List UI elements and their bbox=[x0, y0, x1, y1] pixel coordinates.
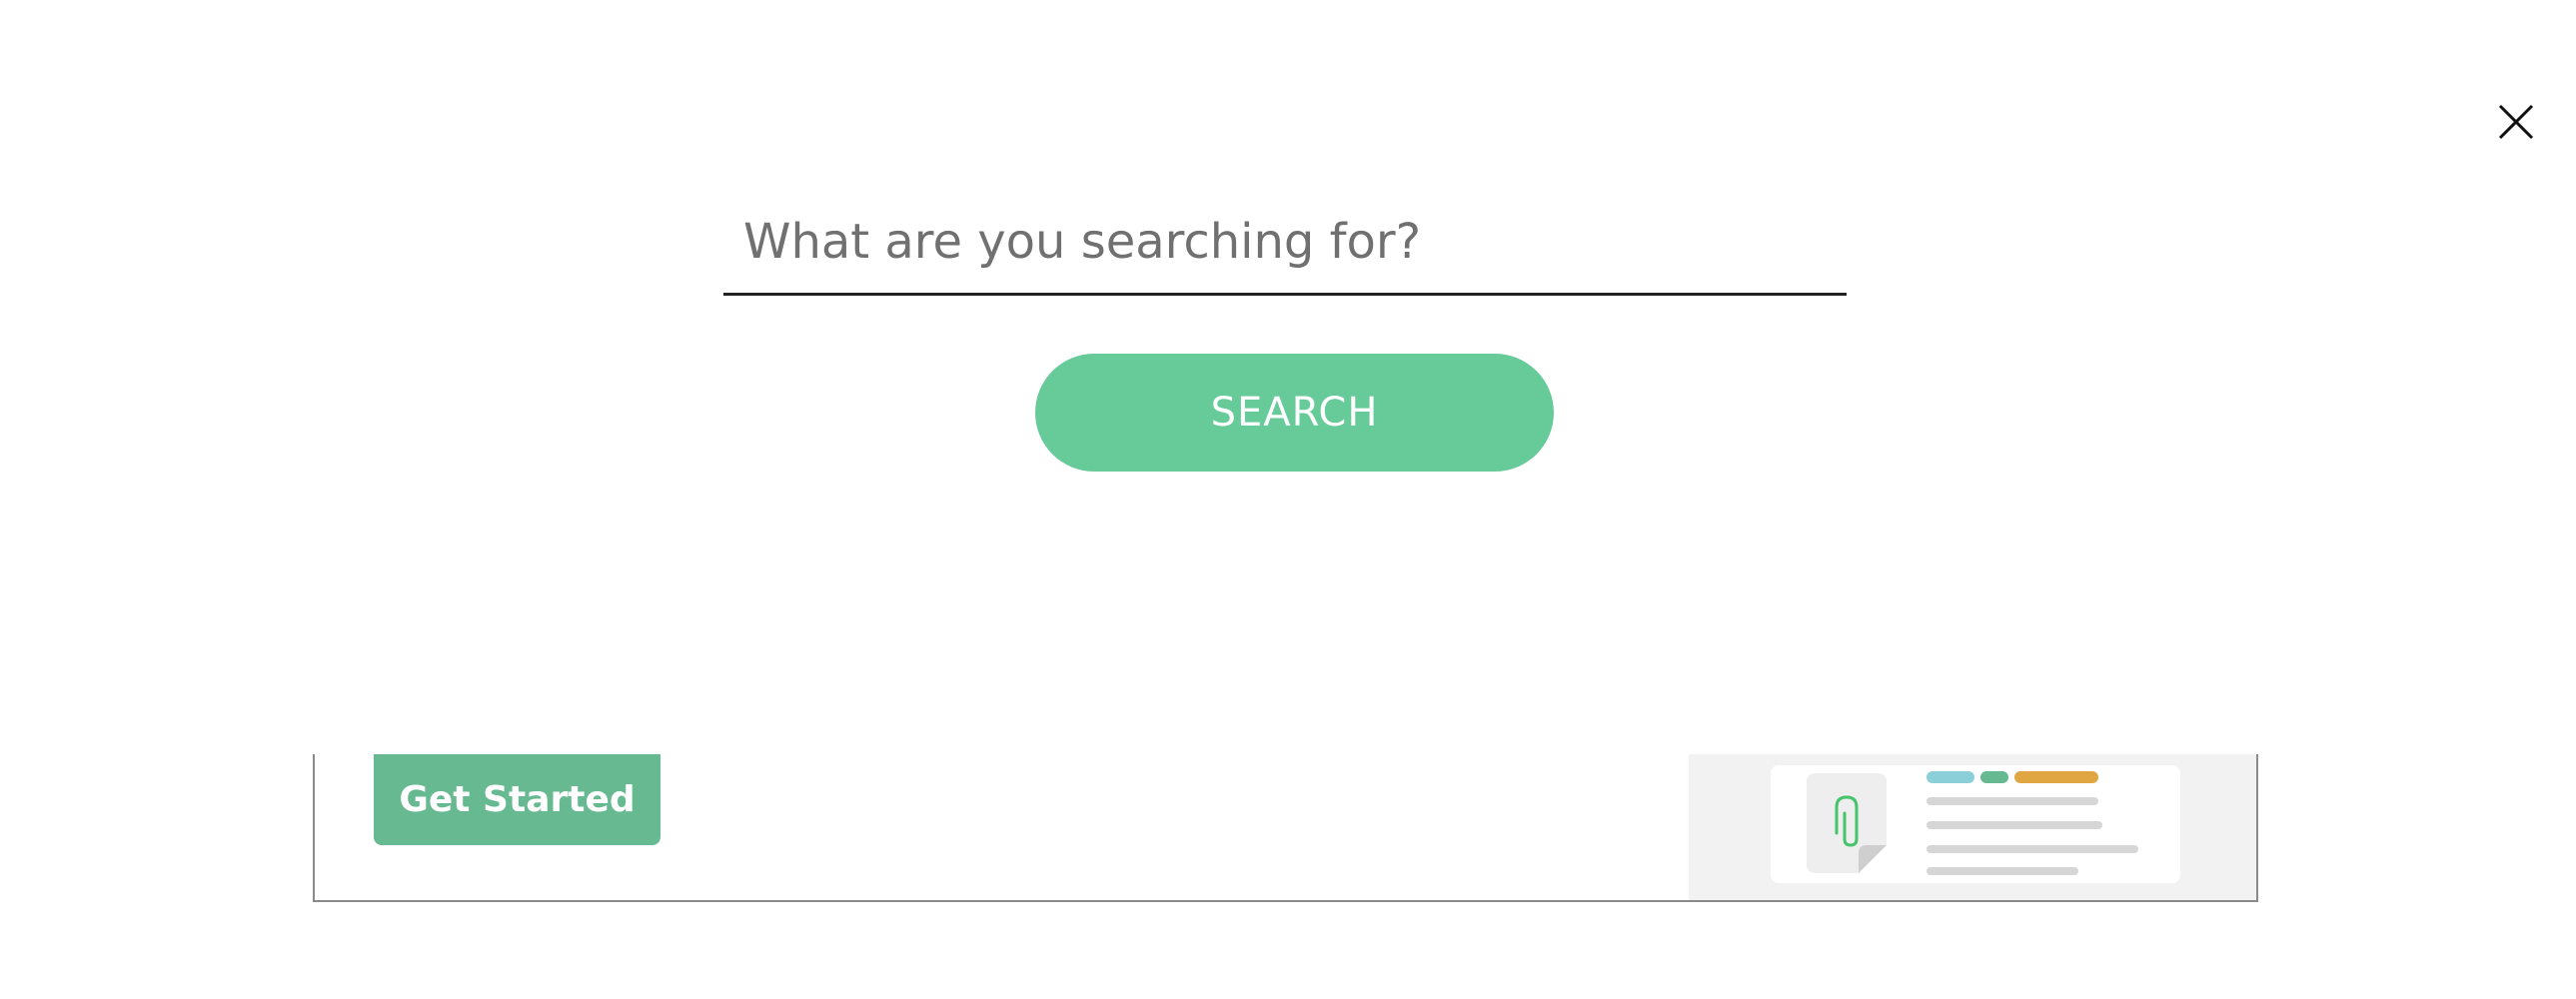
text-line bbox=[1927, 845, 2138, 853]
document-card bbox=[1771, 765, 2180, 883]
close-button[interactable] bbox=[2494, 100, 2538, 144]
tag-pill-blue bbox=[1927, 771, 1974, 783]
text-line bbox=[1927, 867, 2078, 875]
search-field bbox=[723, 190, 1847, 296]
close-icon bbox=[2498, 104, 2534, 140]
promo-banner: Get Started bbox=[313, 754, 2258, 902]
search-button[interactable]: SEARCH bbox=[1035, 354, 1554, 472]
promo-illustration bbox=[1689, 754, 2256, 900]
search-input[interactable] bbox=[723, 190, 1847, 293]
text-line bbox=[1927, 797, 2098, 805]
get-started-button[interactable]: Get Started bbox=[374, 754, 660, 845]
text-line bbox=[1927, 821, 2102, 829]
tag-pill-orange bbox=[2014, 771, 2098, 783]
search-overlay: SEARCH Get Started bbox=[0, 0, 2576, 999]
paperclip-document-icon bbox=[1807, 773, 1887, 873]
tag-pill-green bbox=[1980, 771, 2008, 783]
